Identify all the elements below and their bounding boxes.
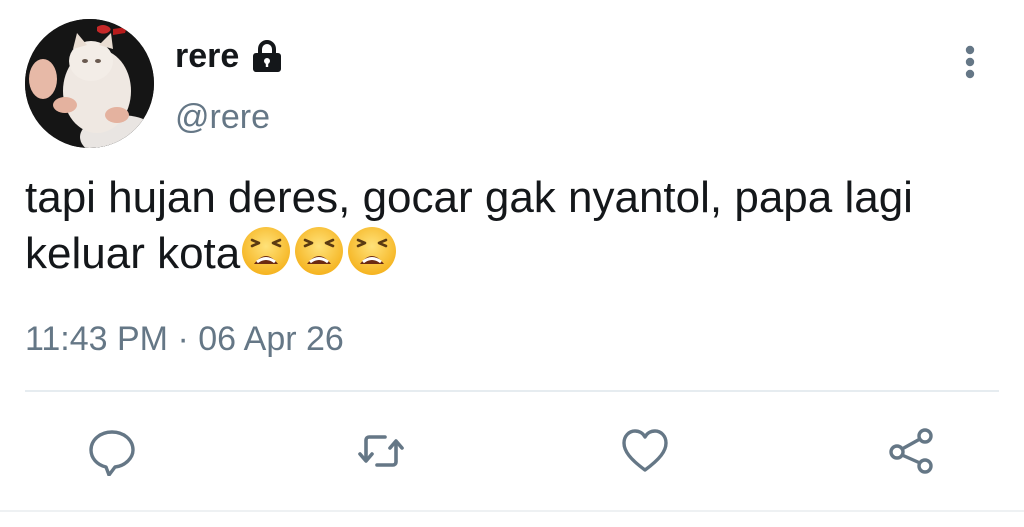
bottom-divider (0, 510, 1024, 512)
share-icon[interactable] (887, 426, 937, 476)
reply-icon[interactable] (87, 426, 137, 476)
more-vertical-icon[interactable] (955, 44, 985, 80)
tired-face-emoji-icon (348, 227, 397, 275)
timestamp-separator: · (177, 320, 189, 358)
tired-face-emoji-icon (295, 227, 344, 275)
tweet-time: 11:43 PM (25, 320, 169, 358)
tweet-text-content: tapi hujan deres, gocar gak nyantol, pap… (25, 173, 913, 278)
retweet-icon[interactable] (356, 426, 406, 476)
avatar[interactable] (25, 19, 154, 148)
lock-icon (253, 40, 282, 72)
tweet-date: 06 Apr 26 (198, 320, 344, 358)
tired-face-emoji-icon (242, 227, 291, 275)
user-name-row: rere (175, 36, 285, 76)
user-handle[interactable]: @rere (175, 96, 270, 138)
timestamp[interactable]: 11:43 PM · 06 Apr 26 (25, 318, 344, 360)
emoji-group (240, 227, 399, 278)
heart-icon[interactable] (620, 426, 670, 476)
divider (25, 390, 999, 392)
avatar-image (25, 19, 154, 148)
display-name[interactable]: rere (175, 36, 239, 76)
tweet-text: tapi hujan deres, gocar gak nyantol, pap… (25, 170, 1015, 281)
